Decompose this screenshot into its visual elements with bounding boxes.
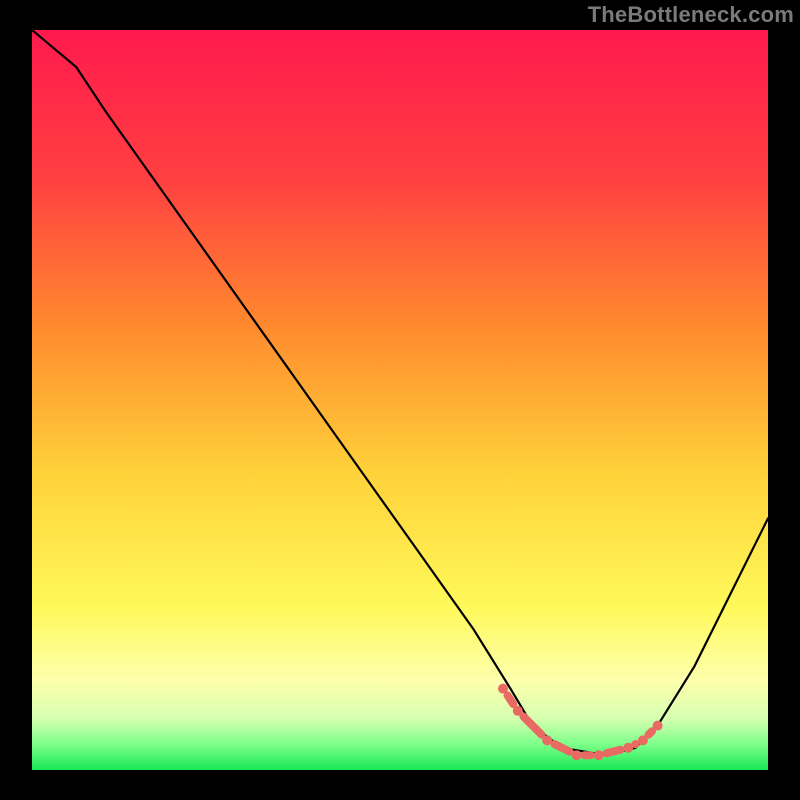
watermark-text: TheBottleneck.com — [588, 2, 794, 28]
gradient-background — [32, 30, 768, 770]
chart-frame: TheBottleneck.com — [0, 0, 800, 800]
plot-area — [32, 30, 768, 770]
